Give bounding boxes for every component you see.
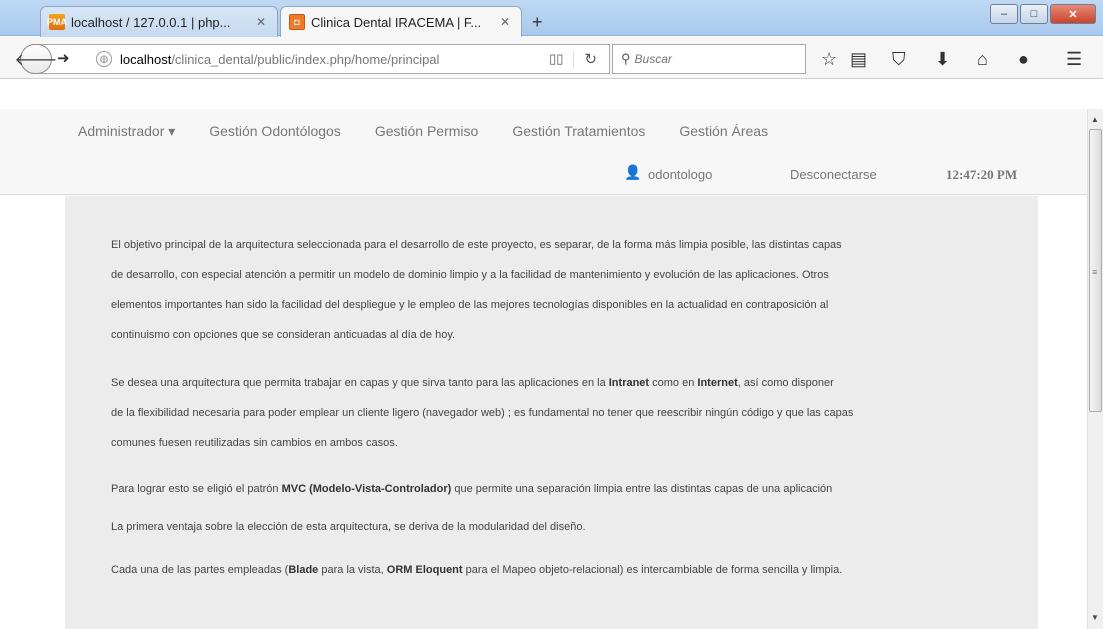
tab-close-icon[interactable]: ✕ <box>497 15 513 29</box>
user-icon: 👤 <box>624 164 642 180</box>
clock-time: 12:47:20 PM <box>946 167 1018 182</box>
bookmarks-list-icon[interactable]: ▤ <box>850 50 867 68</box>
text-span: como en <box>649 377 698 389</box>
user-name[interactable]: odontologo <box>648 167 712 182</box>
orm-term: ORM Eloquent <box>386 564 463 576</box>
text-line: Para lograr esto se eligió el patrón MVC… <box>111 474 1011 504</box>
logout-link[interactable]: Desconectarse <box>790 167 877 182</box>
menu-gestion-permiso[interactable]: Gestión Permiso <box>375 123 478 140</box>
text-line: La primera ventaja sobre la elección de … <box>111 521 586 533</box>
home-icon[interactable]: ⌂ <box>977 50 988 68</box>
minimize-button[interactable]: – <box>990 4 1018 24</box>
download-icon[interactable]: ⬇ <box>935 50 950 68</box>
search-bar[interactable]: ⚲ <box>612 44 806 74</box>
chat-icon[interactable]: ● <box>1018 50 1029 68</box>
menu-gestion-odontologos[interactable]: Gestión Odontólogos <box>209 123 341 140</box>
text-span: , así como disponer <box>737 377 834 389</box>
mvc-term: MVC (Modelo-Vista-Controlador) <box>281 483 452 495</box>
new-tab-icon[interactable]: + <box>532 12 543 33</box>
text-span: para la vista, <box>318 564 387 576</box>
back-arrow-icon[interactable]: 🡐 <box>15 44 57 74</box>
address-url[interactable]: localhost/clinica_dental/public/index.ph… <box>120 52 549 67</box>
main-menu: Administrador ▾ Gestión Odontólogos Gest… <box>78 123 802 140</box>
bookmark-star-icon[interactable]: ☆ <box>821 50 837 68</box>
paragraph-partes: Cada una de las partes empleadas (Blade … <box>111 555 1011 585</box>
search-input[interactable] <box>634 52 785 66</box>
clinic-favicon-icon: ◘ <box>289 14 305 30</box>
forward-arrow-icon[interactable]: ➜ <box>57 49 70 67</box>
internet-term: Internet <box>697 377 738 389</box>
menu-gestion-tratamientos[interactable]: Gestión Tratamientos <box>512 123 645 140</box>
text-line: de desarrollo, con especial atención a p… <box>111 269 829 281</box>
tab-title: Clinica Dental IRACEMA | F... <box>311 14 482 30</box>
menu-administrador[interactable]: Administrador ▾ <box>78 123 175 140</box>
reader-view-icon[interactable]: ▯▯ <box>549 51 563 67</box>
paragraph-objetivo: El objetivo principal de la arquitectura… <box>111 230 1011 350</box>
maximize-button[interactable]: □ <box>1020 4 1048 24</box>
text-span: Se desea una arquitectura que permita tr… <box>111 377 609 389</box>
menu-gestion-areas[interactable]: Gestión Áreas <box>679 123 768 140</box>
browser-titlebar: PMA localhost / 127.0.0.1 | php... ✕ ◘ C… <box>0 0 1103 37</box>
text-span: para el Mapeo objeto-relacional) es inte… <box>462 564 843 576</box>
text-line: Se desea una arquitectura que permita tr… <box>111 368 1011 398</box>
reload-icon[interactable]: ↻ <box>573 50 597 68</box>
text-span: Cada una de las partes empleadas ( <box>111 564 289 576</box>
scroll-up-arrow-icon[interactable]: ▲ <box>1091 115 1099 124</box>
tab-title: localhost / 127.0.0.1 | php... <box>71 14 231 30</box>
paragraph-mvc: Para lograr esto se eligió el patrón MVC… <box>111 474 1011 504</box>
blade-term: Blade <box>288 564 319 576</box>
search-icon: ⚲ <box>621 51 631 66</box>
paragraph-arquitectura: Se desea una arquitectura que permita tr… <box>111 368 1011 458</box>
tab-clinica-dental[interactable]: ◘ Clinica Dental IRACEMA | F... ✕ <box>280 6 522 37</box>
vertical-scrollbar[interactable]: ▲ ≡ ▼ <box>1087 109 1103 629</box>
close-window-button[interactable]: ✕ <box>1050 4 1096 24</box>
tab-phpmyadmin[interactable]: PMA localhost / 127.0.0.1 | php... ✕ <box>40 6 278 37</box>
url-path: /clinica_dental/public/index.php/home/pr… <box>171 51 440 67</box>
main-content: El objetivo principal de la arquitectura… <box>65 196 1038 629</box>
globe-icon[interactable]: ◍ <box>96 51 112 67</box>
text-span: que permite una separación limpia entre … <box>451 483 833 495</box>
paragraph-ventaja: La primera ventaja sobre la elección de … <box>111 512 1011 542</box>
text-line: elementos importantes han sido la facili… <box>111 299 829 311</box>
pocket-icon[interactable]: ⛉ <box>892 50 906 68</box>
scroll-down-arrow-icon[interactable]: ▼ <box>1091 613 1099 622</box>
text-line: Cada una de las partes empleadas (Blade … <box>111 555 1011 585</box>
phpmyadmin-favicon-icon: PMA <box>47 14 67 30</box>
intranet-term: Intranet <box>608 377 650 389</box>
address-bar[interactable]: ◍ localhost/clinica_dental/public/index.… <box>76 44 610 74</box>
text-span: Para lograr esto se eligió el patrón <box>111 483 282 495</box>
scrollbar-grip-icon: ≡ <box>1092 267 1098 277</box>
url-host: localhost <box>120 51 172 67</box>
text-line: continuismo con opciones que se consider… <box>111 329 456 341</box>
text-line: comunes fuesen reutilizadas sin cambios … <box>111 437 398 449</box>
text-line: El objetivo principal de la arquitectura… <box>111 239 842 251</box>
app-navbar: Administrador ▾ Gestión Odontólogos Gest… <box>0 109 1087 195</box>
tab-close-icon[interactable]: ✕ <box>253 15 269 29</box>
text-line: de la flexibilidad necesaria para poder … <box>111 407 854 419</box>
browser-navbar: 🡐 ➜ ◍ localhost/clinica_dental/public/in… <box>0 37 1103 79</box>
menu-hamburger-icon[interactable]: ☰ <box>1066 50 1082 68</box>
